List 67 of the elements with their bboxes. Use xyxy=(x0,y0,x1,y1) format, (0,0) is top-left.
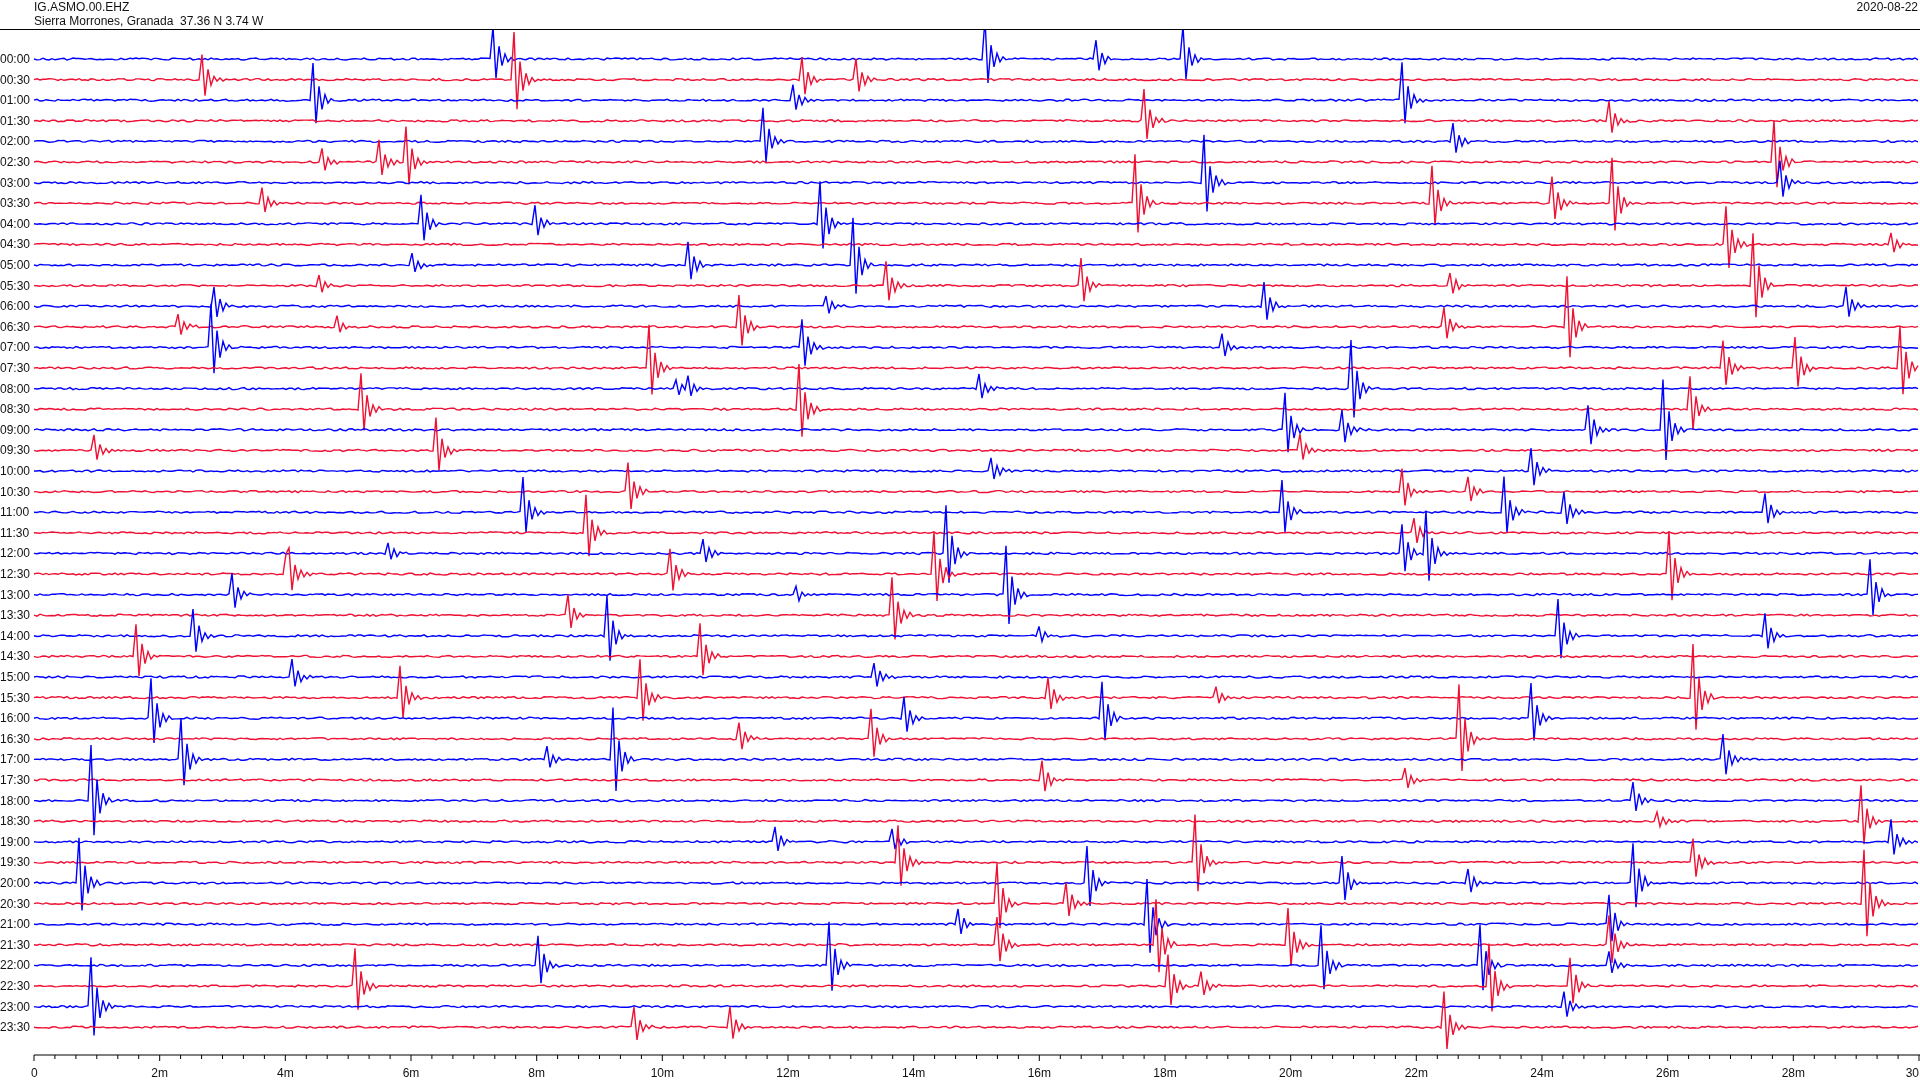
time-label: 14:30 xyxy=(0,649,31,664)
time-label: 10:00 xyxy=(0,464,31,478)
time-label: 23:00 xyxy=(0,999,31,1014)
station-code: IG.ASMO.00.EHZ xyxy=(34,0,131,14)
axis-tick-label: 24m xyxy=(1530,1066,1554,1079)
time-label: 22:00 xyxy=(0,958,31,973)
time-label: 11:30 xyxy=(0,525,30,540)
time-label: 05:00 xyxy=(0,258,31,272)
time-label: 22:30 xyxy=(0,979,31,993)
time-label: 20:00 xyxy=(0,876,31,890)
time-label: 21:30 xyxy=(0,937,31,952)
plot-date: 2020-08-22 xyxy=(1856,0,1919,16)
time-label: 06:00 xyxy=(0,299,31,314)
time-label: 18:00 xyxy=(0,793,31,808)
axis-tick-label: 12m xyxy=(776,1066,800,1079)
axis-tick-label: 4m xyxy=(277,1066,294,1079)
time-label: 21:00 xyxy=(0,917,31,932)
time-label: 15:30 xyxy=(0,690,31,705)
axis-tick-label: 14m xyxy=(902,1066,926,1079)
time-label: 01:00 xyxy=(0,93,31,108)
time-label: 17:00 xyxy=(0,752,31,767)
time-label: 19:30 xyxy=(0,855,31,870)
time-label: 05:30 xyxy=(0,278,31,293)
axis-tick-label: 0 xyxy=(31,1066,38,1079)
time-label: 02:00 xyxy=(0,134,31,149)
time-label: 19:00 xyxy=(0,834,31,849)
time-label: 03:00 xyxy=(0,175,31,190)
axis-tick-label: 30 xyxy=(1905,1066,1919,1079)
axis-tick-label: 26m xyxy=(1656,1066,1680,1079)
axis-tick-label: 8m xyxy=(528,1066,545,1079)
time-label: 23:30 xyxy=(0,1020,31,1035)
time-label: 00:30 xyxy=(0,72,31,87)
time-label: 15:00 xyxy=(0,670,31,684)
axis-tick-label: 28m xyxy=(1781,1066,1805,1079)
time-label: 14:00 xyxy=(0,628,31,643)
time-label: 07:00 xyxy=(0,340,31,355)
axis-tick-label: 18m xyxy=(1153,1066,1177,1079)
time-label: 02:30 xyxy=(0,155,31,169)
station-location: Sierra Morrones, Granada 37.36 N 3.74 W xyxy=(34,14,264,28)
time-label: 12:00 xyxy=(0,546,31,561)
time-label: 04:00 xyxy=(0,216,31,231)
time-label: 03:30 xyxy=(0,196,31,211)
time-label: 20:30 xyxy=(0,896,31,911)
time-label: 00:00 xyxy=(0,52,31,66)
axis-tick-label: 6m xyxy=(402,1066,420,1079)
time-label: 07:30 xyxy=(0,361,31,375)
time-label: 08:00 xyxy=(0,381,31,396)
time-label: 06:30 xyxy=(0,319,31,334)
time-label: 13:00 xyxy=(0,587,31,602)
axis-tick-label: 10m xyxy=(650,1066,674,1079)
axis-tick-label: 16m xyxy=(1027,1066,1051,1079)
time-label: 16:30 xyxy=(0,731,31,746)
time-label: 09:00 xyxy=(0,422,31,437)
time-label: 08:30 xyxy=(0,402,31,417)
time-label: 01:30 xyxy=(0,113,31,128)
time-label: 04:30 xyxy=(0,237,31,252)
time-label: 12:30 xyxy=(0,567,31,581)
time-label: 16:00 xyxy=(0,711,31,726)
axis-tick-label: 2m xyxy=(151,1066,168,1079)
axis-tick-label: 22m xyxy=(1404,1066,1428,1079)
time-label: 13:30 xyxy=(0,608,31,623)
time-label: 10:30 xyxy=(0,484,31,499)
time-label: 11:00 xyxy=(0,505,30,520)
time-label: 17:30 xyxy=(0,773,31,787)
time-label: 09:30 xyxy=(0,443,31,458)
time-label: 18:30 xyxy=(0,814,31,829)
axis-tick-label: 20m xyxy=(1279,1066,1303,1079)
